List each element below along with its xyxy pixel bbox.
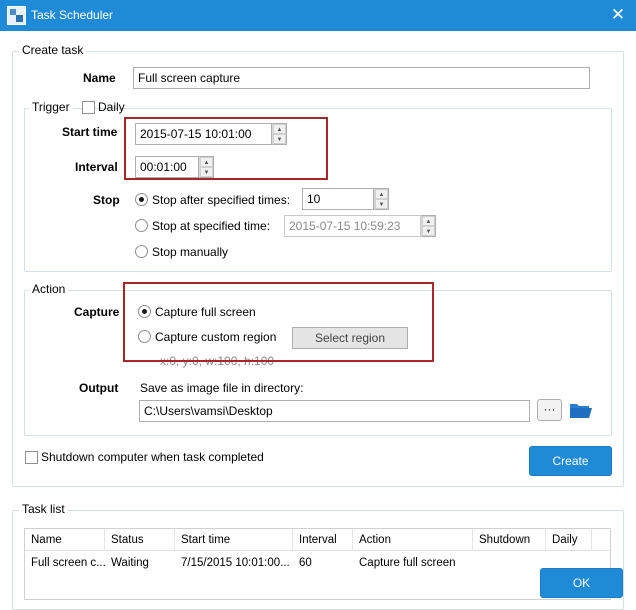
stop-times-spinner[interactable]: ▲ ▼ [374,188,389,210]
interval-label: Interval [75,160,118,174]
capture-label: Capture [74,305,120,319]
column-header-start-time[interactable]: Start time [175,529,293,551]
cell-shutdown [473,552,546,574]
stop-at-time-input[interactable]: 2015-07-15 10:59:23 [284,215,421,237]
cell-interval: 60 [299,557,312,569]
task-list-table: Name Status Start time Interval Action S… [24,528,611,600]
cell-action: Capture full screen [359,557,456,569]
ok-button[interactable]: OK [540,568,623,598]
stop-label: Stop [93,193,120,207]
title-bar: Task Scheduler ✕ [0,0,636,31]
shutdown-label: Shutdown computer when task completed [41,450,264,464]
spin-up-icon[interactable]: ▲ [375,189,388,199]
cell-status: Waiting [111,557,149,569]
daily-label: Daily [98,100,125,114]
stop-at-time-radio[interactable] [135,219,148,232]
output-label: Output [79,381,119,395]
column-header-daily[interactable]: Daily [546,529,592,551]
trigger-label: Trigger [29,100,73,114]
daily-checkbox[interactable] [82,101,95,114]
name-input[interactable]: Full screen capture [133,67,590,89]
stop-at-time-spinner[interactable]: ▲ ▼ [421,215,436,237]
trigger-highlight-box [124,117,328,180]
table-header: Name Status Start time Interval Action S… [25,529,610,551]
action-highlight-box [123,282,434,362]
start-time-label: Start time [62,125,118,139]
window-title: Task Scheduler [31,8,114,22]
create-task-label: Create task [19,43,87,57]
column-header-name[interactable]: Name [25,529,105,551]
stop-at-time-label: Stop at specified time: [152,219,271,233]
name-label: Name [83,71,116,85]
stop-times-input[interactable]: 10 [302,188,374,210]
task-list-label: Task list [19,502,68,516]
cell-name: Full screen c... [31,557,105,569]
spin-down-icon[interactable]: ▼ [375,199,388,209]
close-icon[interactable]: ✕ [607,5,629,25]
folder-icon[interactable] [569,400,593,420]
output-path-input[interactable]: C:\Users\vamsi\Desktop [139,400,530,422]
output-hint: Save as image file in directory: [140,381,304,395]
column-header-status[interactable]: Status [105,529,175,551]
cell-start-time: 7/15/2015 10:01:00... [181,557,290,569]
column-header-shutdown[interactable]: Shutdown [473,529,546,551]
app-icon [7,6,26,25]
column-header-action[interactable]: Action [353,529,473,551]
table-row[interactable]: Full screen c... Waiting 7/15/2015 10:01… [25,552,610,574]
stop-after-times-radio[interactable] [135,193,148,206]
column-header-interval[interactable]: Interval [293,529,353,551]
stop-manually-label: Stop manually [152,245,229,259]
stop-manually-radio[interactable] [135,245,148,258]
stop-after-times-label: Stop after specified times: [152,193,291,207]
create-button[interactable]: Create [529,446,612,476]
spin-down-icon[interactable]: ▼ [422,226,435,236]
spin-up-icon[interactable]: ▲ [422,216,435,226]
browse-button[interactable]: ··· [537,399,562,421]
shutdown-checkbox[interactable] [25,451,38,464]
action-label: Action [29,282,69,296]
